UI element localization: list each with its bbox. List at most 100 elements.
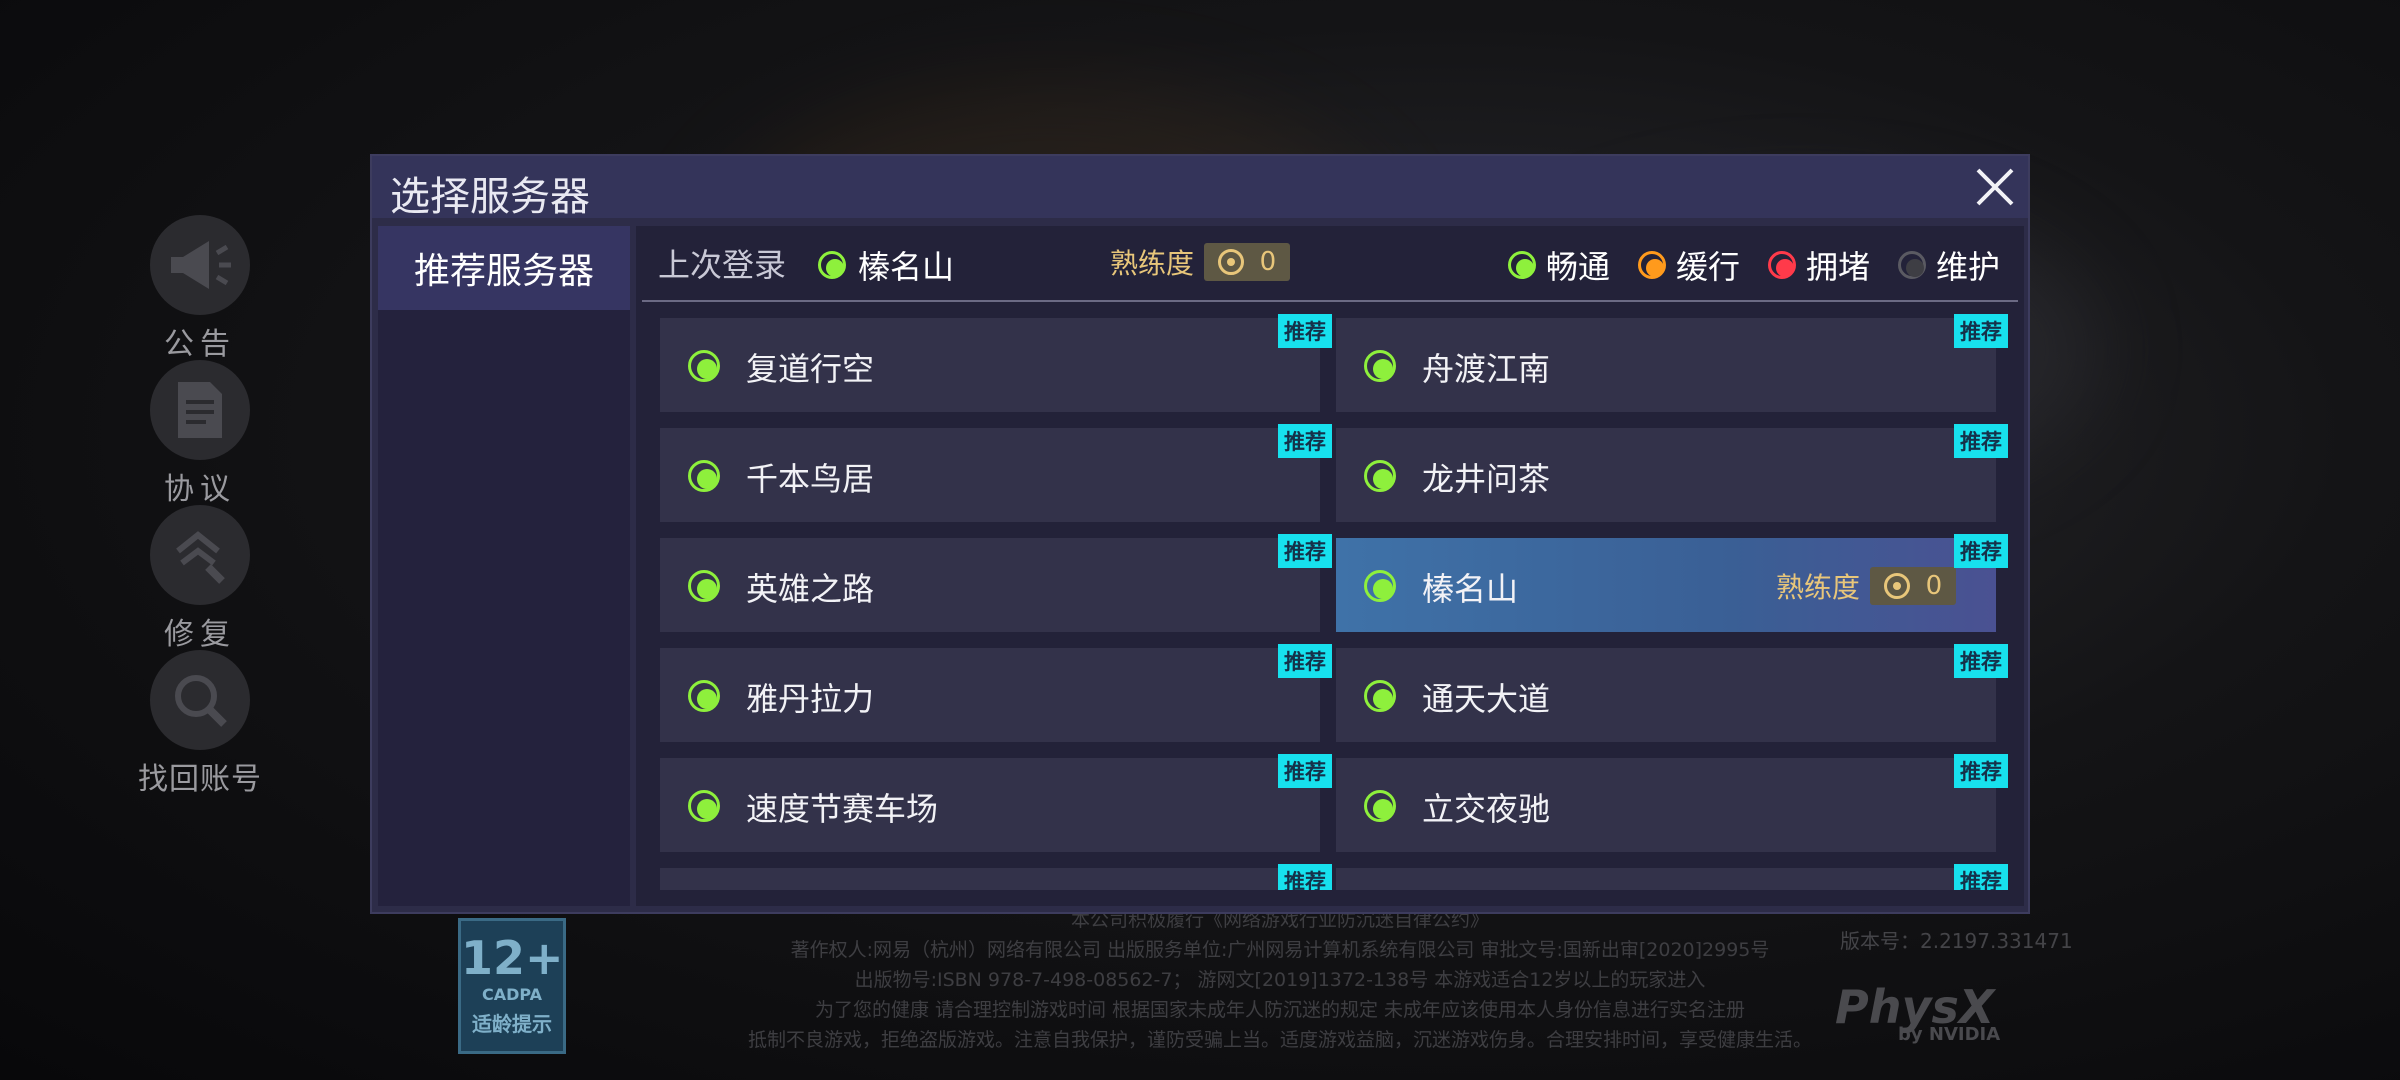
last-login-server[interactable]: 榛名山 — [818, 242, 954, 288]
proficiency-box: 0 — [1870, 567, 1956, 605]
proficiency-label: 熟练度 — [1110, 247, 1195, 280]
server-select-dialog: 选择服务器 推荐服务器 上次登录 榛名山 熟练度 0 畅通 缓行 拥堵 维护 复… — [370, 154, 2030, 914]
age-rating-badge: 12+ CADPA 适龄提示 — [458, 918, 566, 1054]
recommended-badge: 推荐 — [1278, 534, 1332, 568]
proficiency-value: 0 — [1259, 247, 1277, 277]
steering-wheel-icon — [1883, 573, 1910, 599]
status-green-icon — [1364, 790, 1396, 822]
dialog-header: 选择服务器 — [372, 156, 2028, 220]
proficiency-label: 熟练度 — [1775, 571, 1860, 604]
last-server-name: 榛名山 — [858, 248, 955, 286]
server-card[interactable]: 复道行空 推荐 — [660, 314, 1332, 412]
recover-account-label: 找回账号 — [138, 762, 262, 797]
close-button[interactable] — [1970, 162, 2020, 212]
server-name: 复道行空 — [746, 350, 875, 388]
status-green-icon — [688, 680, 720, 712]
document-icon — [150, 360, 250, 460]
server-card[interactable]: 雅丹拉力 推荐 — [660, 644, 1332, 742]
server-card[interactable]: 速度节赛车场 推荐 — [660, 754, 1332, 852]
server-name: 榛名山 — [1422, 570, 1519, 608]
repair-button[interactable]: 修复 — [130, 505, 270, 653]
footer-line: 著作权人:网易（杭州）网络有限公司 出版服务单位:广州网易计算机系统有限公司 审… — [790, 939, 1770, 961]
recommended-badge: 推荐 — [1954, 754, 2008, 788]
footer-line: 抵制不良游戏，拒绝盗版游戏。注意自我保护，谨防受骗上当。适度游戏益脑，沉迷游戏伤… — [747, 1029, 1812, 1051]
server-name: 立交夜驰 — [1422, 790, 1551, 828]
legend-smooth: 畅通 — [1507, 242, 1610, 288]
announcement-label: 公告 — [164, 327, 236, 362]
repair-label: 修复 — [164, 617, 236, 652]
age-label: 适龄提示 — [472, 1012, 552, 1036]
server-name: 通天大道 — [1422, 680, 1551, 718]
server-name: 千本鸟居 — [746, 460, 875, 498]
legend-slow: 缓行 — [1637, 242, 1740, 288]
recommended-badge: 推荐 — [1954, 644, 2008, 678]
divider — [642, 300, 2018, 302]
recommended-badge: 推荐 — [1278, 424, 1332, 458]
legend-label: 拥堵 — [1805, 248, 1870, 286]
server-card[interactable]: 英雄之路 推荐 — [660, 534, 1332, 632]
list-bottom-edge — [636, 890, 2024, 906]
legend-congested: 拥堵 — [1767, 242, 1870, 288]
recommended-badge: 推荐 — [1278, 644, 1332, 678]
status-gray-icon — [1897, 251, 1926, 279]
agreement-label: 协议 — [164, 472, 236, 507]
server-card-selected[interactable]: 榛名山 熟练度 0 推荐 — [1336, 534, 2008, 632]
server-list-panel: 上次登录 榛名山 熟练度 0 畅通 缓行 拥堵 维护 复道行空 推荐 舟渡江南 … — [636, 226, 2024, 906]
recommended-badge: 推荐 — [1954, 314, 2008, 348]
info-row: 上次登录 榛名山 熟练度 0 畅通 缓行 拥堵 维护 — [636, 226, 2024, 298]
status-green-icon — [818, 251, 846, 279]
megaphone-icon — [150, 215, 250, 315]
recover-account-button[interactable]: 找回账号 — [130, 650, 270, 798]
server-card[interactable]: 舟渡江南 推荐 — [1336, 314, 2008, 412]
status-green-icon — [688, 460, 720, 492]
proficiency-box: 0 — [1204, 243, 1291, 281]
server-category-sidebar: 推荐服务器 — [378, 226, 630, 906]
status-green-icon — [688, 350, 720, 382]
legend-label: 畅通 — [1545, 248, 1610, 286]
footer-notice: 本公司积极履行《网络游戏行业防沉迷自律公约》 著作权人:网易（杭州）网络有限公司… — [600, 905, 1960, 1055]
legend-label: 维护 — [1935, 248, 2000, 286]
recommended-badge: 推荐 — [1278, 314, 1332, 348]
server-proficiency: 熟练度 0 — [1776, 566, 1956, 606]
recommended-badge: 推荐 — [1954, 534, 2008, 568]
status-legend: 畅通 缓行 拥堵 维护 — [1507, 242, 2000, 288]
version-text: 版本号：2.2197.331471 — [1840, 929, 2073, 953]
wrench-icon — [150, 505, 250, 605]
footer-line: 为了您的健康 请合理控制游戏时间 根据国家未成年人防沉迷的规定 未成年应该使用本… — [814, 999, 1746, 1021]
footer-line: 出版物号:ISBN 978-7-498-08562-7； 游网文[2019]13… — [854, 969, 1706, 991]
legend-maintenance: 维护 — [1897, 242, 2000, 288]
recommended-badge: 推荐 — [1278, 754, 1332, 788]
status-orange-icon — [1637, 251, 1666, 279]
physx-sub: by NVIDIA — [1898, 1024, 2001, 1045]
server-card[interactable]: 龙井问茶 推荐 — [1336, 424, 2008, 522]
account-search-icon — [150, 650, 250, 750]
server-name: 速度节赛车场 — [746, 790, 939, 828]
agreement-button[interactable]: 协议 — [130, 360, 270, 508]
server-card[interactable]: 千本鸟居 推荐 — [660, 424, 1332, 522]
status-green-icon — [688, 570, 720, 602]
announcement-button[interactable]: 公告 — [130, 215, 270, 363]
proficiency-value: 0 — [1925, 571, 1943, 601]
steering-wheel-icon — [1217, 249, 1244, 275]
last-login-label: 上次登录 — [658, 246, 787, 284]
server-name: 英雄之路 — [746, 570, 875, 608]
status-green-icon — [1364, 460, 1396, 492]
status-green-icon — [1364, 350, 1396, 382]
legend-label: 缓行 — [1675, 248, 1740, 286]
status-green-icon — [1364, 570, 1396, 602]
recommended-badge: 推荐 — [1954, 424, 2008, 458]
age-rating: 12+ — [461, 931, 564, 985]
server-card[interactable]: 立交夜驰 推荐 — [1336, 754, 2008, 852]
close-icon — [1976, 168, 2014, 206]
server-name: 龙井问茶 — [1422, 460, 1551, 498]
status-green-icon — [1364, 680, 1396, 712]
server-name: 舟渡江南 — [1422, 350, 1551, 388]
server-card[interactable]: 通天大道 推荐 — [1336, 644, 2008, 742]
age-org: CADPA — [481, 985, 543, 1004]
dialog-title: 选择服务器 — [390, 174, 590, 220]
tab-recommended-servers[interactable]: 推荐服务器 — [378, 226, 630, 310]
last-server-proficiency: 熟练度 0 — [1110, 242, 1291, 282]
status-green-icon — [1507, 251, 1536, 279]
server-name: 雅丹拉力 — [746, 680, 875, 718]
status-green-icon — [688, 790, 720, 822]
